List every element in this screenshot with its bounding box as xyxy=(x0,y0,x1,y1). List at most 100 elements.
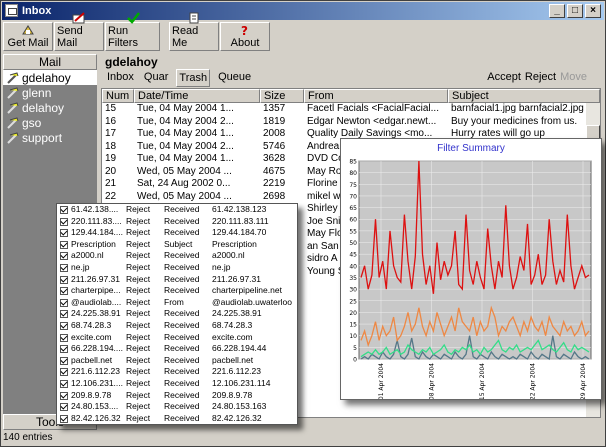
rule-enabled-checkbox[interactable] xyxy=(60,240,68,249)
scroll-thumb[interactable] xyxy=(586,125,600,139)
log-row[interactable]: 12.106.231.... Reject Received 12.106.231.1… xyxy=(57,378,297,390)
rule-enabled-checkbox[interactable] xyxy=(60,345,68,354)
sidebar-item-gso[interactable]: gso xyxy=(3,115,97,130)
rule-enabled-checkbox[interactable] xyxy=(60,356,68,365)
log-row[interactable]: 24.80.153.... Reject Received 24.80.153.163 xyxy=(57,401,297,413)
folder-tabs: Inbox Quar Trash Queue xyxy=(105,69,253,87)
rule-enabled-checkbox[interactable] xyxy=(60,379,68,388)
mailbox-icon xyxy=(7,101,19,114)
log-row[interactable]: @audiolab.... Reject From @audiolab.uwaterl… xyxy=(57,297,297,309)
close-button[interactable]: × xyxy=(585,4,601,18)
log-rule: 220.111.83.... xyxy=(71,215,122,226)
tab-trash[interactable]: Trash xyxy=(176,69,211,87)
log-action: Reject xyxy=(126,366,151,377)
title-bar[interactable]: Inbox _ □ × xyxy=(2,2,604,20)
y-tick-label: 80 xyxy=(349,170,357,177)
rule-enabled-checkbox[interactable] xyxy=(60,333,68,342)
table-row[interactable]: 15 Tue, 04 May 2004 1... 1357 Facetl Facial… xyxy=(102,103,600,116)
log-row[interactable]: pacbell.net Reject Received pacbell.net xyxy=(57,355,297,367)
column-subject[interactable]: Subject xyxy=(448,89,600,103)
log-value: 220.111.83.111 xyxy=(212,215,269,226)
column-from[interactable]: From xyxy=(304,89,448,103)
log-row[interactable]: excite.com Reject Received excite.com xyxy=(57,332,297,344)
y-tick-label: 20 xyxy=(349,310,357,317)
column-size[interactable]: Size xyxy=(260,89,304,103)
y-tick-label: 70 xyxy=(349,193,357,200)
rule-enabled-checkbox[interactable] xyxy=(60,298,68,307)
log-row[interactable]: 24.225.38.91 Reject Received 24.225.38.91 xyxy=(57,308,297,320)
log-rule: @audiolab.... xyxy=(71,296,122,307)
log-row[interactable]: Prescription Reject Subject Prescription xyxy=(57,239,297,251)
column-date[interactable]: Date/Time xyxy=(134,89,260,103)
log-row[interactable]: a2000.nl Reject Received a2000.nl xyxy=(57,250,297,262)
column-num[interactable]: Num xyxy=(102,89,134,103)
log-row[interactable]: 209.8.9.78 Reject Received 209.8.9.78 xyxy=(57,390,297,402)
rule-enabled-checkbox[interactable] xyxy=(60,321,68,330)
sidebar-header[interactable]: Mail xyxy=(3,54,97,70)
sidebar-item-gdelahoy[interactable]: gdelahoy xyxy=(3,70,97,85)
run-filters-button[interactable]: Run Filters xyxy=(105,12,160,51)
table-row[interactable]: 16 Tue, 04 May 2004 2... 1819 Edgar Newton … xyxy=(102,116,600,129)
minimize-button[interactable]: _ xyxy=(549,4,565,18)
tab-queue[interactable]: Queue xyxy=(216,69,253,87)
log-row[interactable]: 221.6.112.23 Reject Received 221.6.112.23 xyxy=(57,366,297,378)
rule-enabled-checkbox[interactable] xyxy=(60,287,68,296)
log-row[interactable]: 66.228.194.... Reject Received 66.228.194.4… xyxy=(57,343,297,355)
log-value: 82.42.126.32 xyxy=(212,412,262,423)
read-me-button[interactable]: Read Me xyxy=(169,12,219,51)
log-row[interactable]: 68.74.28.3 Reject Received 68.74.28.3 xyxy=(57,320,297,332)
x-tick-label: 08 Apr 2004 xyxy=(429,363,436,399)
rule-enabled-checkbox[interactable] xyxy=(60,403,68,412)
sidebar-item-delahoy[interactable]: delahoy xyxy=(3,100,97,115)
log-row[interactable]: 82.66.232....RejectReceived82.66.232.185 xyxy=(57,424,297,425)
log-field: Received xyxy=(164,308,200,319)
log-action: Reject xyxy=(126,331,151,342)
log-action: Reject xyxy=(126,250,151,261)
cell-num: 22 xyxy=(105,190,117,202)
tab-quar[interactable]: Quar xyxy=(142,69,170,87)
log-action: Reject xyxy=(126,215,151,226)
rule-enabled-checkbox[interactable] xyxy=(60,217,68,226)
log-value: 66.228.194.44 xyxy=(212,343,267,354)
rule-enabled-checkbox[interactable] xyxy=(60,368,68,377)
log-row[interactable]: 82.42.126.32 Reject Received 82.42.126.32 xyxy=(57,412,297,424)
mailbox-icon xyxy=(7,71,19,84)
cell-date: Tue, 04 May 2004 1... xyxy=(137,153,234,164)
accept-button[interactable]: Accept xyxy=(487,71,521,83)
log-rule: 61.42.138.... xyxy=(71,204,119,214)
filter-log-list: 61.42.138.... Reject Received 61.42.138.123… xyxy=(57,204,297,425)
log-row[interactable]: 61.42.138.... Reject Received 61.42.138.123 xyxy=(57,204,297,216)
y-tick-label: 55 xyxy=(349,228,357,235)
log-field: Received xyxy=(164,412,200,423)
send-mail-button[interactable]: Send Mail xyxy=(54,12,104,51)
log-row[interactable]: charterpipe... Reject Received charterpipel… xyxy=(57,285,297,297)
sidebar-item-glenn[interactable]: glenn xyxy=(3,85,97,100)
log-row[interactable]: 211.26.97.31 Reject Received 211.26.97.31 xyxy=(57,274,297,286)
rule-enabled-checkbox[interactable] xyxy=(60,252,68,261)
y-tick-label: 65 xyxy=(349,205,357,212)
rule-enabled-checkbox[interactable] xyxy=(60,206,68,214)
get-mail-button[interactable]: Get Mail xyxy=(3,22,53,51)
reject-button[interactable]: Reject xyxy=(525,71,556,83)
y-tick-label: 5 xyxy=(353,345,357,352)
y-tick-label: 85 xyxy=(349,159,357,166)
account-title: gdelahoy xyxy=(105,55,158,69)
log-field: Received xyxy=(164,377,200,388)
log-row[interactable]: ne.jp Reject Received ne.jp xyxy=(57,262,297,274)
sidebar-item-support[interactable]: support xyxy=(3,130,97,145)
rule-enabled-checkbox[interactable] xyxy=(60,275,68,284)
rule-enabled-checkbox[interactable] xyxy=(60,391,68,400)
y-tick-label: 30 xyxy=(349,287,357,294)
rule-enabled-checkbox[interactable] xyxy=(60,229,68,238)
rule-enabled-checkbox[interactable] xyxy=(60,310,68,319)
log-row[interactable]: 129.44.184.... Reject Received 129.44.184.7… xyxy=(57,227,297,239)
log-row[interactable]: 220.111.83.... Reject Received 220.111.83.1… xyxy=(57,216,297,228)
log-action: Reject xyxy=(126,354,151,365)
rule-enabled-checkbox[interactable] xyxy=(60,414,68,423)
move-button[interactable]: Move xyxy=(560,71,587,83)
rule-enabled-checkbox[interactable] xyxy=(60,263,68,272)
tab-inbox[interactable]: Inbox xyxy=(105,69,136,87)
about-button[interactable]: ? About xyxy=(220,22,270,51)
maximize-button[interactable]: □ xyxy=(567,4,583,18)
y-tick-label: 0 xyxy=(353,357,357,364)
